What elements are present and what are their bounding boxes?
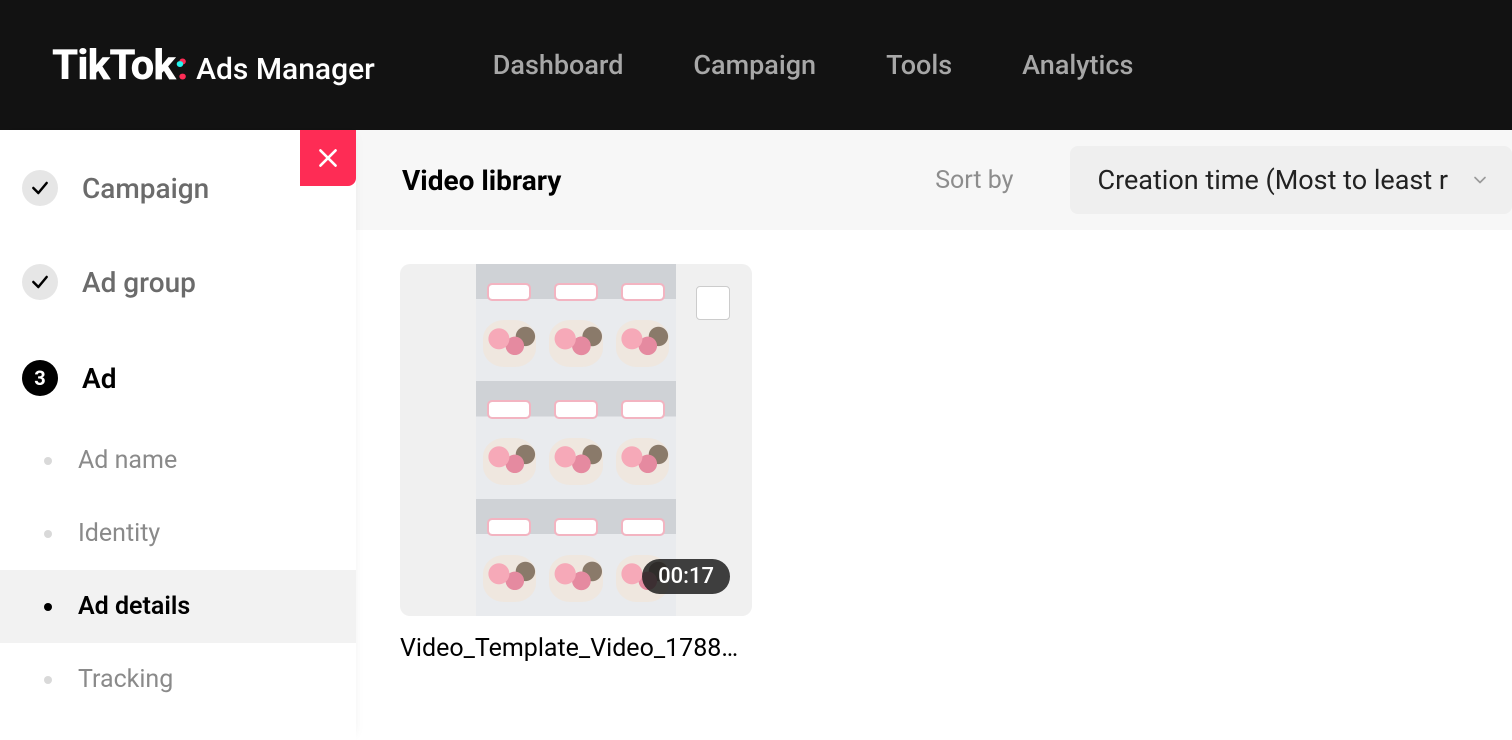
sort-value: Creation time (Most to least r: [1098, 164, 1449, 196]
subitem-label: Ad details: [78, 592, 190, 621]
thumbnail-tile: [476, 499, 543, 616]
top-nav: TikTok: Ads Manager Dashboard Campaign T…: [0, 0, 1512, 130]
step-subitems: Ad name Identity Ad details Tracking: [0, 424, 356, 716]
video-thumbnail[interactable]: 00:17: [400, 264, 752, 616]
nav-tools[interactable]: Tools: [886, 49, 952, 81]
stepper-sidebar: Campaign Ad group 3 Ad Ad name Identity: [0, 130, 356, 740]
bullet-icon: [44, 457, 52, 465]
library-header: Video library Sort by Creation time (Mos…: [356, 130, 1512, 230]
video-card[interactable]: 00:17 Video_Template_Video_17884_…: [400, 264, 752, 663]
thumbnail-tile: [476, 264, 543, 381]
main-panel: Video library Sort by Creation time (Mos…: [356, 130, 1512, 740]
thumbnail-tile: [543, 499, 610, 616]
thumbnail-tile: [609, 381, 676, 498]
subitem-label: Tracking: [78, 665, 173, 694]
step-label: Campaign: [82, 172, 209, 205]
subitem-ad-details[interactable]: Ad details: [0, 570, 356, 643]
close-button[interactable]: [300, 130, 356, 186]
thumbnail-tile: [609, 264, 676, 381]
bullet-icon: [44, 530, 52, 538]
sort-by-label: Sort by: [935, 166, 1013, 195]
nav-campaign[interactable]: Campaign: [693, 49, 816, 81]
video-duration: 00:17: [642, 559, 730, 594]
step-label: Ad: [82, 362, 116, 395]
sort-select[interactable]: Creation time (Most to least r: [1070, 146, 1512, 214]
check-icon: [22, 264, 58, 300]
nav-dashboard[interactable]: Dashboard: [493, 49, 624, 81]
thumbnail-tile: [476, 381, 543, 498]
primary-nav: Dashboard Campaign Tools Analytics: [493, 49, 1134, 81]
brand-product: Ads Manager: [196, 52, 375, 87]
subitem-label: Ad name: [78, 446, 177, 475]
subitem-tracking[interactable]: Tracking: [0, 643, 356, 716]
subitem-identity[interactable]: Identity: [0, 497, 356, 570]
step-number-icon: 3: [22, 360, 58, 396]
step-ad-group[interactable]: Ad group: [0, 250, 356, 314]
video-filename: Video_Template_Video_17884_…: [400, 634, 752, 663]
brand-logo: TikTok: Ads Manager: [52, 41, 375, 90]
library-title: Video library: [402, 164, 561, 197]
bullet-icon: [44, 603, 52, 611]
brand-name: TikTok: [52, 41, 175, 90]
select-checkbox[interactable]: [696, 286, 730, 320]
subitem-label: Identity: [78, 519, 160, 548]
thumbnail-tile: [543, 264, 610, 381]
step-label: Ad group: [82, 266, 196, 299]
chevron-down-icon: [1470, 170, 1490, 190]
thumbnail-tile: [609, 499, 676, 616]
check-icon: [22, 170, 58, 206]
nav-analytics[interactable]: Analytics: [1022, 49, 1133, 81]
step-ad[interactable]: 3 Ad: [0, 346, 356, 410]
library-body: 00:17 Video_Template_Video_17884_…: [356, 230, 1512, 740]
workspace: Campaign Ad group 3 Ad Ad name Identity: [0, 130, 1512, 740]
subitem-ad-name[interactable]: Ad name: [0, 424, 356, 497]
bullet-icon: [44, 676, 52, 684]
brand-colon-icon: :: [177, 45, 188, 89]
thumbnail-tile: [543, 381, 610, 498]
close-icon: [315, 145, 341, 171]
